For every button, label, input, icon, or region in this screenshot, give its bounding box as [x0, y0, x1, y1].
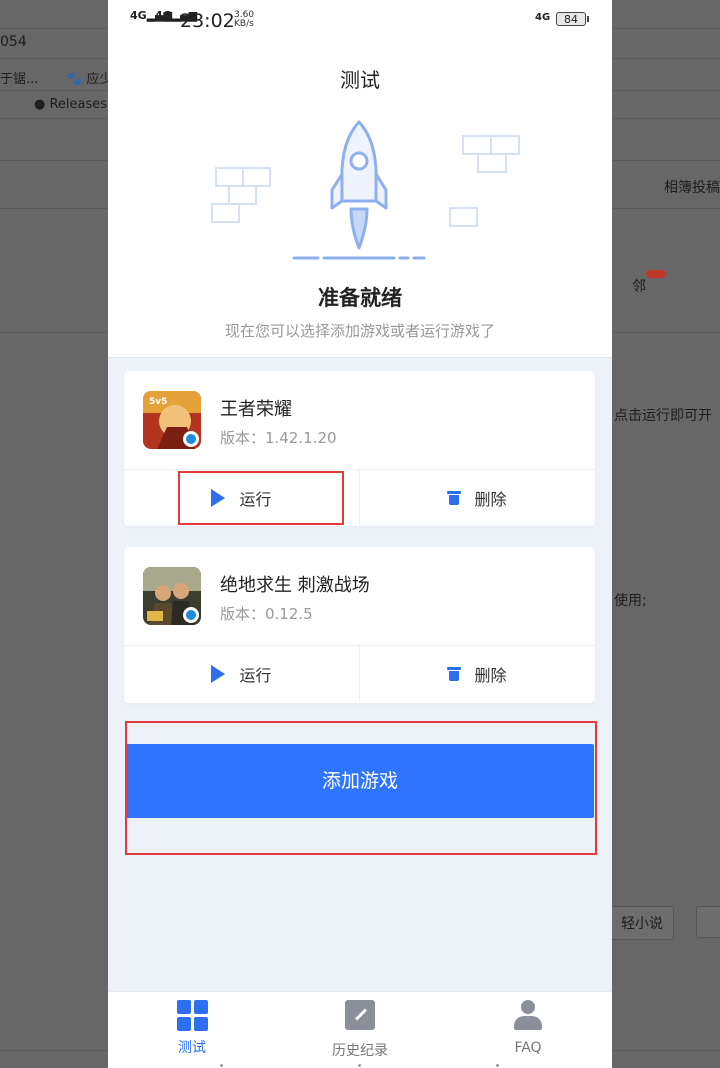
side-text: 点击运行即可开 [614, 408, 712, 424]
brick-icon [490, 135, 520, 155]
run-label: 运行 [239, 666, 272, 685]
rocket-illustration [211, 120, 520, 260]
page-title: 测试 [340, 68, 380, 92]
run-button[interactable]: 运行 [124, 646, 359, 702]
brick-icon [228, 185, 257, 205]
notification-badge [646, 270, 666, 278]
user-icon [513, 1000, 543, 1030]
edit-icon [345, 1000, 375, 1030]
trash-icon [447, 491, 462, 505]
game-icon-honor-of-kings: 5v5 [143, 391, 201, 449]
ready-title: 准备就绪 [318, 286, 402, 310]
hero-section: 测试 准备就绪 现在您可以选择添加游戏或者运行游戏了 [108, 42, 612, 358]
trash-icon [447, 667, 462, 681]
game-version: 版本：1.42.1.20 [220, 429, 337, 447]
releases-link[interactable]: ● Releases [34, 97, 107, 112]
tag-pill[interactable] [696, 906, 720, 938]
nav-dot [220, 1064, 223, 1067]
phone-screen: 4G▂▄▆ 4G▂▄▆ 23:02 3.60 KB/s 4G 84 测试 准备就… [108, 0, 612, 1068]
rocket-icon [330, 120, 388, 250]
bookmark-item[interactable]: 🐾 应少 [66, 68, 112, 87]
play-icon [211, 665, 226, 683]
nav-dot [358, 1064, 361, 1067]
badge-label: 邻 [632, 279, 646, 295]
highlight-box-add [125, 721, 597, 855]
tab-label: FAQ [514, 1040, 542, 1056]
brick-icon [242, 167, 271, 187]
url-fragment: 054 [0, 34, 27, 50]
bottom-tab-bar: 测试 历史纪录 FAQ [108, 991, 612, 1068]
network-type: 4G [535, 12, 551, 23]
tab-label: 历史纪录 [332, 1043, 388, 1059]
right-tab[interactable]: 相簿投稿 [664, 177, 720, 197]
delete-button[interactable]: 删除 [360, 470, 595, 526]
brick-icon [477, 153, 507, 173]
clock: 23:02 [180, 10, 235, 32]
tab-history[interactable]: 历史纪录 [276, 1000, 444, 1060]
tag-pill[interactable]: 轻小说 [610, 906, 674, 940]
battery-icon: 84 [556, 12, 589, 26]
game-version: 版本：0.12.5 [220, 605, 313, 623]
game-card: 绝地求生 刺激战场 版本：0.12.5 运行 删除 [124, 547, 595, 703]
nav-dot [496, 1064, 499, 1067]
game-icon-pubg-mobile [143, 567, 201, 625]
brick-icon [449, 207, 478, 227]
tab-faq[interactable]: FAQ [444, 1000, 612, 1056]
delete-label: 删除 [474, 490, 507, 509]
game-name: 绝地求生 刺激战场 [220, 575, 370, 596]
tab-test[interactable]: 测试 [108, 1000, 276, 1057]
grid-icon [176, 1000, 208, 1031]
brick-icon [211, 203, 240, 223]
brick-icon [462, 135, 492, 155]
tab-label: 测试 [178, 1040, 206, 1056]
delete-button[interactable]: 删除 [360, 646, 595, 702]
bookmark-item[interactable]: 于锯... [0, 68, 38, 87]
side-text: 使用; [614, 593, 647, 609]
highlight-box-run [178, 471, 344, 525]
ready-subtitle: 现在您可以选择添加游戏或者运行游戏了 [224, 322, 495, 340]
status-bar: 4G▂▄▆ 4G▂▄▆ 23:02 3.60 KB/s 4G 84 [108, 0, 612, 42]
brick-icon [215, 167, 244, 187]
network-speed: 3.60 KB/s [234, 10, 255, 29]
svg-text:5v5: 5v5 [149, 397, 167, 407]
delete-label: 删除 [474, 666, 507, 685]
game-name: 王者荣耀 [220, 399, 292, 420]
